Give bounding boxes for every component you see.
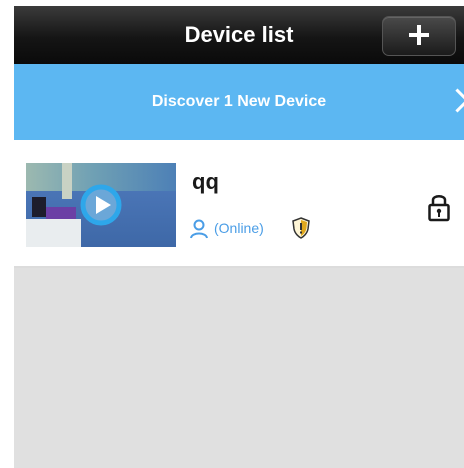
lock-icon[interactable]	[428, 192, 450, 222]
device-list-screen: Device list Discover 1 New Device qq (On…	[0, 0, 464, 468]
header-bar: Device list	[14, 6, 464, 64]
thumbnail-table	[26, 219, 81, 247]
play-icon[interactable]	[80, 184, 122, 226]
left-frame	[0, 0, 14, 468]
plus-icon	[409, 25, 429, 45]
discover-new-device-bar[interactable]: Discover 1 New Device	[14, 64, 464, 140]
user-icon	[190, 219, 208, 239]
shield-icon	[292, 217, 310, 239]
device-thumbnail[interactable]	[26, 163, 176, 247]
empty-list-area	[14, 268, 464, 468]
thumbnail-window	[62, 163, 72, 199]
discover-label: Discover 1 New Device	[151, 93, 327, 110]
add-device-button[interactable]	[382, 16, 456, 56]
device-list-item[interactable]: qq (Online)	[14, 152, 464, 266]
thumbnail-object	[32, 197, 46, 217]
device-name: qq	[192, 169, 219, 194]
device-status: (Online)	[214, 220, 264, 236]
